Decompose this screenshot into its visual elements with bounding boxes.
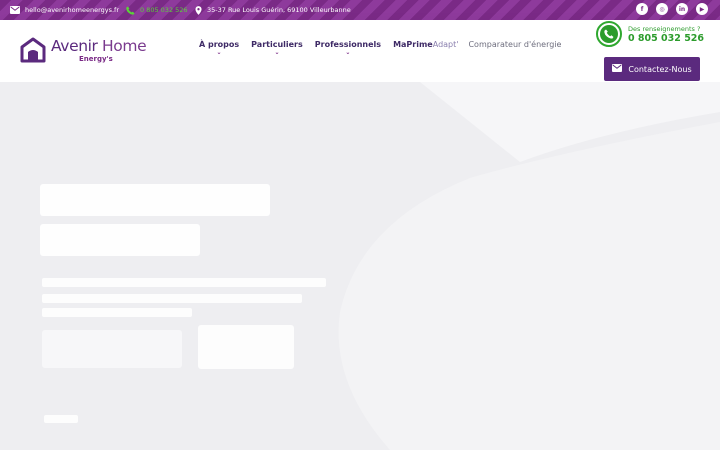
top-bar: hello@avenirhomeenergys.fr 0 805 032 526… bbox=[0, 0, 720, 20]
nav-item-a-propos[interactable]: À propos ⌄ bbox=[199, 40, 240, 56]
hero-small-placeholder bbox=[44, 415, 78, 423]
phone-number: 0 805 032 526 bbox=[628, 32, 705, 44]
phone-contact[interactable]: Des renseignements ? 0 805 032 526 bbox=[596, 20, 704, 48]
hero-line-placeholder bbox=[42, 308, 192, 317]
address-text-wrap: 35-37 Rue Louis Guérin, 69100 Villeurban… bbox=[195, 0, 351, 20]
contact-button[interactable]: Contactez-Nous bbox=[604, 57, 700, 81]
site-logo[interactable]: Avenir Home Energy's bbox=[20, 37, 147, 64]
linkedin-icon[interactable]: in bbox=[676, 3, 688, 15]
main-nav: À propos ⌄ Particuliers ⌄ Professionnels… bbox=[199, 40, 561, 56]
phone-texts: Des renseignements ? 0 805 032 526 bbox=[628, 25, 704, 44]
hero-button-placeholder[interactable] bbox=[42, 330, 182, 368]
nav-label: Particuliers bbox=[251, 40, 303, 49]
hero-section bbox=[0, 82, 720, 450]
nav-item-particuliers[interactable]: Particuliers ⌄ bbox=[251, 40, 303, 56]
social-links: f ◎ in ▶ bbox=[636, 3, 708, 15]
maprime-text: MaPrime bbox=[393, 40, 433, 49]
instagram-icon[interactable]: ◎ bbox=[656, 3, 668, 15]
nav-label: Professionnels bbox=[314, 40, 382, 49]
logo-text: Avenir Home Energy's bbox=[51, 37, 147, 64]
mail-icon bbox=[612, 64, 623, 74]
email-text: hello@avenirhomeenergys.fr bbox=[25, 6, 120, 14]
logo-word-avenir: Avenir bbox=[51, 37, 98, 55]
nav-item-maprimeadapt[interactable]: MaPrimeAdapt' bbox=[393, 40, 458, 49]
nav-item-professionnels[interactable]: Professionnels ⌄ bbox=[314, 40, 382, 56]
logo-word-home: Home bbox=[102, 37, 147, 55]
phone-label: Des renseignements ? bbox=[628, 24, 701, 33]
phone-link[interactable]: 0 805 032 526 bbox=[126, 0, 188, 20]
mail-icon bbox=[10, 6, 20, 14]
chevron-down-icon: ⌄ bbox=[345, 49, 351, 56]
phone-text: 0 805 032 526 bbox=[140, 6, 188, 14]
contact-button-label: Contactez-Nous bbox=[628, 64, 692, 74]
location-pin-icon bbox=[195, 5, 202, 15]
hero-title-placeholder bbox=[40, 184, 270, 256]
hero-line-placeholder bbox=[42, 294, 302, 303]
nav-label: À propos bbox=[199, 40, 240, 49]
phone-icon bbox=[126, 5, 135, 15]
hero-button-placeholder[interactable] bbox=[198, 325, 294, 369]
site-header: Avenir Home Energy's À propos ⌄ Particul… bbox=[0, 20, 720, 82]
phone-icon bbox=[600, 25, 618, 43]
adapt-text: Adapt' bbox=[432, 40, 459, 49]
chevron-down-icon: ⌄ bbox=[216, 49, 222, 56]
hero-background-shape bbox=[0, 82, 720, 450]
nav-item-comparateur[interactable]: Comparateur d'énergie bbox=[468, 40, 561, 49]
youtube-icon[interactable]: ▶ bbox=[696, 3, 708, 15]
house-logo-icon bbox=[20, 37, 46, 63]
phone-circle bbox=[596, 21, 622, 47]
facebook-icon[interactable]: f bbox=[636, 3, 648, 15]
address-text: 35-37 Rue Louis Guérin, 69100 Villeurban… bbox=[207, 6, 351, 14]
logo-subtitle: Energy's bbox=[79, 55, 113, 63]
hero-line-placeholder bbox=[42, 278, 326, 287]
chevron-down-icon: ⌄ bbox=[274, 49, 280, 56]
email-link[interactable]: hello@avenirhomeenergys.fr bbox=[10, 0, 119, 20]
